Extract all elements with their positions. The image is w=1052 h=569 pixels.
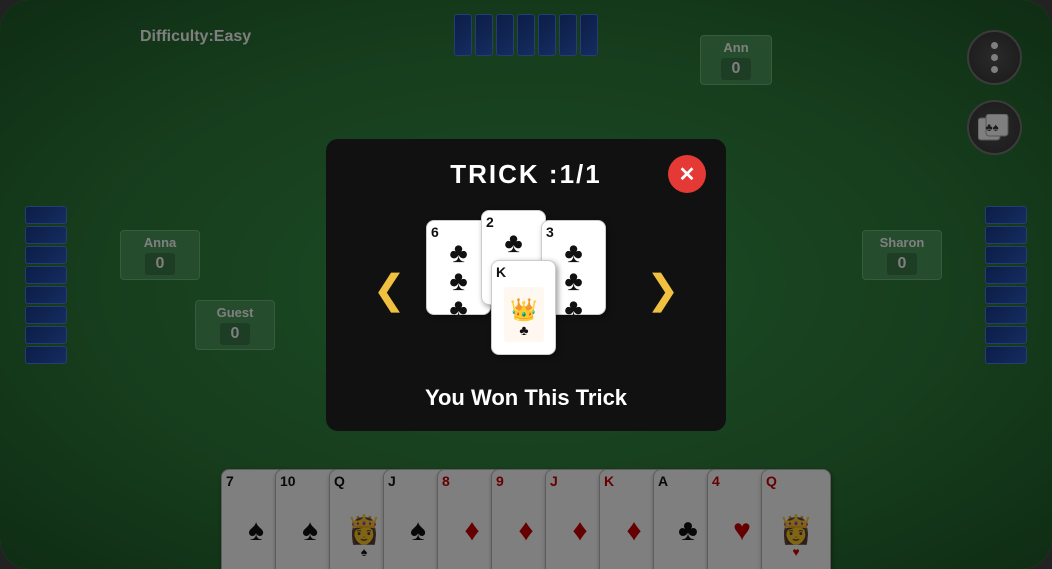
win-message: You Won This Trick [346,385,706,411]
modal-next-button[interactable]: ❯ [636,267,690,313]
card-suit: ♣♣♣ [431,239,486,323]
game-container: Difficulty:Easy Ann 0 ♣♠ [0,0,1052,569]
modal-close-button[interactable]: ✕ [668,155,706,193]
modal-cards-area: ❮ 6 ♣♣♣ 2 ♣♣ 3 ♣♣♣ [346,205,706,375]
modal-header: TRICK :1/1 ✕ [346,159,706,190]
trick-modal: TRICK :1/1 ✕ ❮ 6 ♣♣♣ 2 ♣♣ [326,139,726,431]
trick-cards-display: 6 ♣♣♣ 2 ♣♣ 3 ♣♣♣ K [416,210,636,370]
modal-prev-button[interactable]: ❮ [362,267,416,313]
trick-card-kc: K 👑 ♣ [491,260,556,355]
card-rank: K [496,265,551,279]
modal-title: TRICK :1/1 [450,159,601,190]
card-face: 👑 ♣ [496,279,551,350]
svg-text:👑: 👑 [510,297,537,322]
svg-text:♣: ♣ [519,322,528,338]
trick-modal-overlay: TRICK :1/1 ✕ ❮ 6 ♣♣♣ 2 ♣♣ [0,0,1052,569]
